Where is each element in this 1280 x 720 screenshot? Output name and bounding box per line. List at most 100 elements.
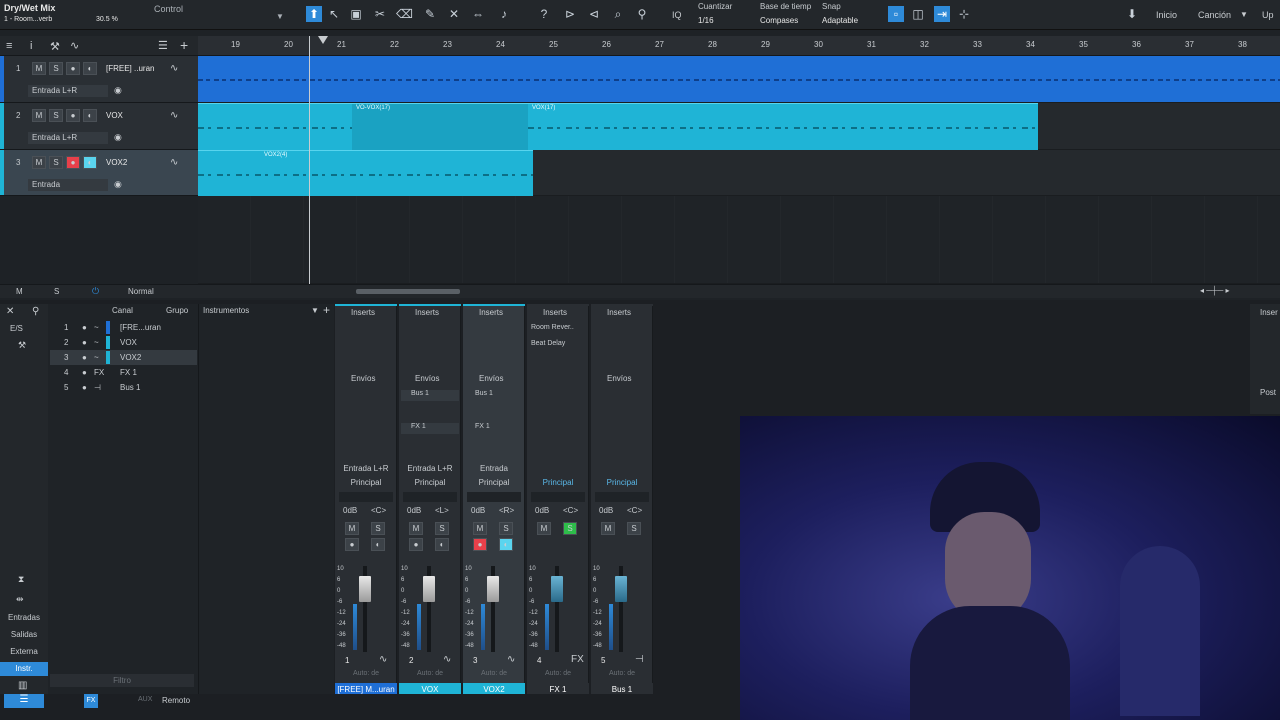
io-toggle[interactable]: E/S (10, 324, 23, 333)
loop-tool-icon[interactable]: ⚲ (634, 6, 650, 22)
volume-readout[interactable]: 0dB (343, 506, 357, 515)
lane-track-2[interactable]: VO-VOX(17) VOX(17) (198, 103, 1280, 150)
pan-slider[interactable] (339, 492, 393, 502)
zoom-tool-icon[interactable]: ⌕ (610, 6, 626, 22)
iq-button[interactable]: IQ (672, 10, 682, 20)
solo-button[interactable]: S (49, 156, 63, 169)
monitor-button[interactable]: ◐ (83, 109, 97, 122)
filter-input[interactable]: Filtro (50, 674, 194, 687)
nav-up[interactable]: Up (1262, 10, 1274, 20)
automation-mode[interactable]: Auto: de (335, 670, 397, 677)
input-monitor-icon[interactable]: ◉ (114, 179, 122, 190)
strip-monitor-button[interactable]: ◐ (499, 538, 513, 551)
inserts-header[interactable]: Inserts (463, 308, 525, 317)
volume-readout[interactable]: 0dB (599, 506, 613, 515)
horizontal-scrollbar[interactable] (356, 289, 460, 294)
strip-record-button[interactable]: ● (345, 538, 359, 551)
help-icon[interactable]: ? (536, 6, 552, 22)
channel-list-item[interactable]: 5 ● ⊣ Bus 1 (50, 380, 197, 395)
lane-track-3[interactable]: VOX2(4) (198, 150, 1280, 196)
monitor-button[interactable]: ◐ (83, 62, 97, 75)
remote-button[interactable]: Remoto (162, 696, 190, 705)
fx-filter-icon[interactable]: FX (84, 694, 98, 708)
record-button[interactable]: ● (66, 62, 80, 75)
insert-slot[interactable]: Beat Delay (527, 340, 589, 347)
snap-select[interactable]: Adaptable (822, 16, 858, 25)
instruments-dropdown-icon[interactable]: ▼ (311, 306, 319, 315)
input-monitor-icon[interactable]: ◉ (114, 132, 122, 143)
pan-slider[interactable] (531, 492, 585, 502)
zoom-slider-icon[interactable]: ◂ ─┼─ ▸ (1200, 286, 1229, 295)
close-icon[interactable]: ✕ (6, 306, 14, 317)
pan-slider[interactable] (403, 492, 457, 502)
track-header-3[interactable]: 3 M S ● ◐ VOX2 ∿ Entrada ◉ (0, 150, 198, 196)
sends-header[interactable]: Envíos (591, 374, 653, 383)
mute-tool-icon[interactable]: ✕ (446, 6, 462, 22)
timeline-ruler[interactable] (198, 36, 1280, 56)
visibility-dot-icon[interactable]: ● (82, 365, 87, 380)
send-slot[interactable]: Bus 1 (465, 390, 523, 401)
expand-icon[interactable]: ⇹ (16, 594, 24, 605)
input-select[interactable]: Entrada (28, 179, 108, 191)
nav-cancion-dropdown-icon[interactable]: ▼ (1240, 10, 1248, 19)
pointer-tool-icon[interactable]: ↖ (326, 6, 342, 22)
pin-icon[interactable]: ⚲ (32, 306, 39, 317)
output-route[interactable]: Principal (591, 478, 653, 487)
volume-fader[interactable] (615, 576, 627, 602)
input-monitor-icon[interactable]: ◉ (114, 85, 122, 96)
clip-vox-c[interactable]: VOX(17) (528, 103, 1038, 150)
volume-fader[interactable] (487, 576, 499, 602)
snap-end-icon[interactable]: ⊲ (586, 6, 602, 22)
strip-solo-button[interactable]: S (499, 522, 513, 535)
console-view-icon[interactable]: ☰ (4, 694, 44, 708)
waveform-icon[interactable]: ∿ (170, 63, 178, 74)
lane-track-1[interactable] (198, 56, 1280, 103)
strip-solo-button[interactable]: S (435, 522, 449, 535)
strip-monitor-button[interactable]: ◐ (371, 538, 385, 551)
control-dropdown-icon[interactable]: ▼ (276, 12, 284, 21)
mute-button[interactable]: M (32, 156, 46, 169)
output-route[interactable]: Principal (527, 478, 589, 487)
menu-icon[interactable]: ≡ (6, 40, 12, 52)
zoom-value[interactable]: 30.5 % (96, 16, 118, 23)
bars-icon[interactable]: ▥ (18, 680, 27, 691)
power-icon[interactable]: ⏻ (92, 286, 99, 297)
strip-mute-button[interactable]: M (537, 522, 551, 535)
output-route[interactable]: Principal (463, 478, 525, 487)
input-route[interactable]: Entrada L+R (335, 464, 397, 473)
waveform-icon[interactable]: ∿ (170, 157, 178, 168)
add-instrument-icon[interactable]: + (323, 303, 330, 317)
footer-solo[interactable]: S (54, 287, 59, 296)
eraser-icon[interactable]: ⌫ (396, 6, 413, 22)
automation-mode[interactable]: Auto: de (399, 670, 461, 677)
externa-button[interactable]: Externa (0, 647, 48, 656)
output-route[interactable]: Principal (335, 478, 397, 487)
pan-slider[interactable] (467, 492, 521, 502)
strip-mute-button[interactable]: M (601, 522, 615, 535)
paint-tool-icon[interactable]: ✎ (422, 6, 438, 22)
salidas-button[interactable]: Salidas (0, 630, 48, 639)
visibility-dot-icon[interactable]: ● (82, 350, 87, 365)
sends-header[interactable]: Envíos (463, 374, 525, 383)
aux-filter[interactable]: AUX (138, 696, 152, 703)
channel-list-item[interactable]: 3 ● ~ VOX2 (50, 350, 197, 365)
waveform-icon[interactable]: ∿ (170, 110, 178, 121)
pan-readout[interactable]: <L> (435, 506, 449, 515)
output-route[interactable]: Principal (399, 478, 461, 487)
nav-inicio[interactable]: Inicio (1156, 10, 1177, 20)
monitor-button[interactable]: ◐ (83, 156, 97, 169)
strip-record-button[interactable]: ● (409, 538, 423, 551)
arrow-tool-icon[interactable]: ⬆ (306, 6, 322, 22)
insert-slot[interactable]: Room Rever.. (527, 324, 589, 331)
automation-mode[interactable]: Auto: de (527, 670, 589, 677)
range-tool-icon[interactable]: ▣ (348, 6, 364, 22)
inserts-header[interactable]: Inserts (335, 308, 397, 317)
strip-record-button[interactable]: ● (473, 538, 487, 551)
visibility-dot-icon[interactable]: ● (82, 335, 87, 350)
solo-button[interactable]: S (49, 109, 63, 122)
sends-header[interactable]: Envíos (335, 374, 397, 383)
track-name[interactable]: VOX2 (106, 158, 127, 167)
info-icon[interactable]: i (30, 40, 32, 52)
collapse-icon[interactable]: ⧗ (18, 574, 24, 585)
timebase-select[interactable]: Compases (760, 16, 798, 25)
